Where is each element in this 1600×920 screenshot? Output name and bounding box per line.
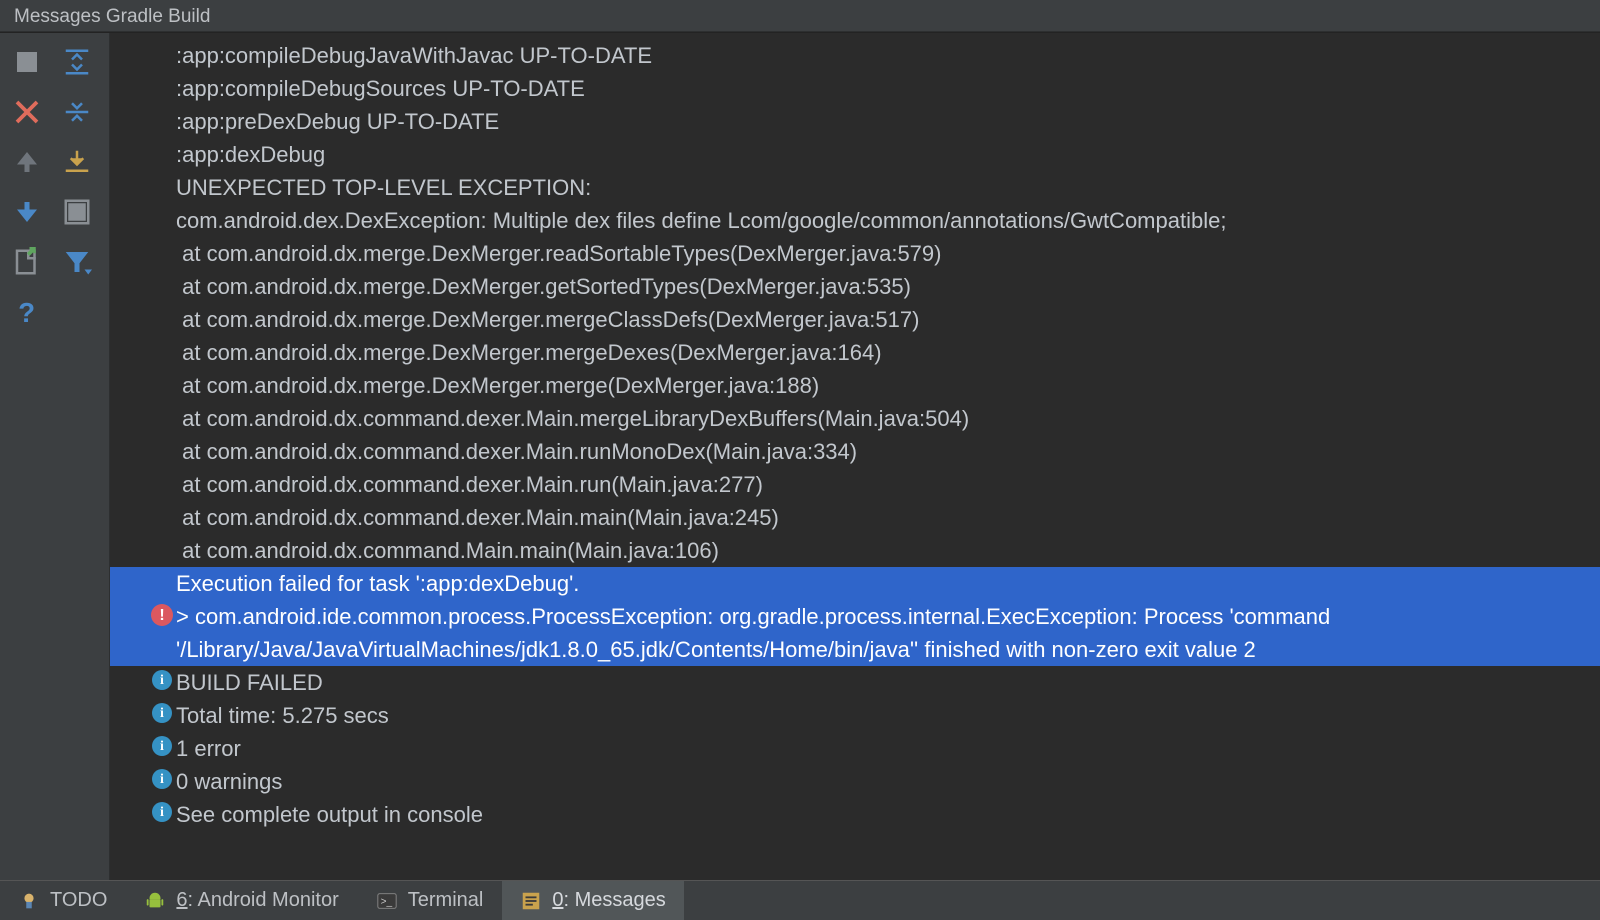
filter-icon[interactable] bbox=[54, 239, 100, 285]
android-icon bbox=[144, 890, 166, 912]
svg-text:>_: >_ bbox=[380, 896, 392, 907]
messages-icon bbox=[520, 890, 542, 912]
info-line[interactable]: i 0 warnings bbox=[110, 765, 1600, 798]
output-line: :app:preDexDebug UP-TO-DATE bbox=[110, 105, 1600, 138]
info-line[interactable]: i Total time: 5.275 secs bbox=[110, 699, 1600, 732]
terminal-icon: >_ bbox=[376, 890, 398, 912]
selected-error-block[interactable]: Execution failed for task ':app:dexDebug… bbox=[110, 567, 1600, 666]
up-arrow-icon[interactable] bbox=[4, 139, 50, 185]
tab-android-monitor[interactable]: 6: Android Monitor bbox=[126, 881, 357, 920]
build-output[interactable]: :app:compileDebugJavaWithJavac UP-TO-DAT… bbox=[110, 33, 1600, 880]
output-line: at com.android.dx.command.Main.main(Main… bbox=[110, 534, 1600, 567]
export-icon[interactable] bbox=[54, 139, 100, 185]
output-line: at com.android.dx.command.dexer.Main.mai… bbox=[110, 501, 1600, 534]
messages-toolbar: ? bbox=[0, 33, 110, 880]
output-line: at com.android.dx.command.dexer.Main.run… bbox=[110, 468, 1600, 501]
bottom-toolbar: TODO 6: Android Monitor >_ Terminal 0: M… bbox=[0, 880, 1600, 920]
output-line: UNEXPECTED TOP-LEVEL EXCEPTION: bbox=[110, 171, 1600, 204]
autoscroll-icon[interactable] bbox=[54, 189, 100, 235]
info-icon: i bbox=[152, 802, 172, 822]
tab-terminal[interactable]: >_ Terminal bbox=[358, 881, 503, 920]
info-icon: i bbox=[152, 736, 172, 756]
output-line: :app:compileDebugSources UP-TO-DATE bbox=[110, 72, 1600, 105]
output-line: com.android.dex.DexException: Multiple d… bbox=[110, 204, 1600, 237]
output-line: at com.android.dx.merge.DexMerger.mergeC… bbox=[110, 303, 1600, 336]
help-icon[interactable]: ? bbox=[4, 289, 50, 335]
info-icon: i bbox=[152, 670, 172, 690]
output-line: at com.android.dx.merge.DexMerger.mergeD… bbox=[110, 336, 1600, 369]
output-line: at com.android.dx.merge.DexMerger.merge(… bbox=[110, 369, 1600, 402]
output-line: :app:dexDebug bbox=[110, 138, 1600, 171]
info-line[interactable]: i 1 error bbox=[110, 732, 1600, 765]
output-line: :app:compileDebugJavaWithJavac UP-TO-DAT… bbox=[110, 39, 1600, 72]
output-line: at com.android.dx.merge.DexMerger.readSo… bbox=[110, 237, 1600, 270]
output-line: at com.android.dx.command.dexer.Main.mer… bbox=[110, 402, 1600, 435]
main-area: ? :app:compileDebugJavaWithJavac UP-TO-D… bbox=[0, 32, 1600, 880]
panel-title-text: Messages Gradle Build bbox=[14, 6, 210, 28]
info-line[interactable]: i BUILD FAILED bbox=[110, 666, 1600, 699]
expand-all-icon[interactable] bbox=[54, 39, 100, 85]
info-line[interactable]: i See complete output in console bbox=[110, 798, 1600, 831]
output-line: at com.android.dx.merge.DexMerger.getSor… bbox=[110, 270, 1600, 303]
show-source-icon[interactable] bbox=[4, 239, 50, 285]
collapse-all-icon[interactable] bbox=[54, 89, 100, 135]
tab-label: TODO bbox=[50, 889, 107, 912]
tab-label: Terminal bbox=[408, 889, 484, 912]
info-icon: i bbox=[152, 769, 172, 789]
close-icon[interactable] bbox=[4, 89, 50, 135]
tab-todo[interactable]: TODO bbox=[0, 881, 126, 920]
info-icon: i bbox=[152, 703, 172, 723]
selected-line: Execution failed for task ':app:dexDebug… bbox=[110, 567, 1600, 600]
down-arrow-icon[interactable] bbox=[4, 189, 50, 235]
selected-error-text: > com.android.ide.common.process.Process… bbox=[176, 600, 1600, 666]
panel-title: Messages Gradle Build bbox=[0, 0, 1600, 32]
output-line: at com.android.dx.command.dexer.Main.run… bbox=[110, 435, 1600, 468]
stop-button[interactable] bbox=[4, 39, 50, 85]
error-icon: ! bbox=[151, 604, 173, 626]
todo-icon bbox=[18, 890, 40, 912]
svg-text:?: ? bbox=[18, 297, 35, 327]
tab-messages[interactable]: 0: Messages bbox=[502, 881, 684, 920]
